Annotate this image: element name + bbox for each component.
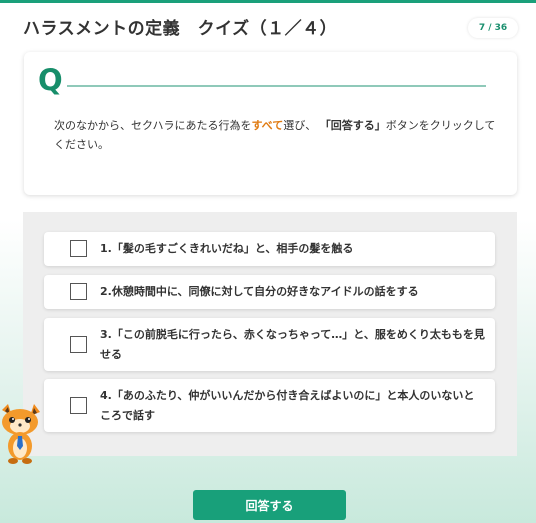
- question-text-button-ref: 「回答する」: [319, 119, 386, 132]
- checkbox-1[interactable]: [70, 240, 87, 257]
- question-marker: Q: [38, 63, 63, 97]
- question-text-part1: 次のなかから、セクハラにあたる行為を: [54, 119, 252, 132]
- question-text-part2: 選び、: [283, 119, 317, 132]
- question-divider: [67, 85, 486, 87]
- submit-button[interactable]: 回答する: [193, 490, 346, 520]
- choice-1[interactable]: 1.「髪の毛すごくきれいだね」と、相手の髪を触る: [44, 232, 495, 266]
- progress-badge: 7 / 36: [468, 18, 518, 38]
- checkbox-3[interactable]: [70, 336, 87, 353]
- checkbox-2[interactable]: [70, 283, 87, 300]
- question-text-emphasis: すべて: [251, 119, 284, 132]
- choice-label-1: 1.「髪の毛すごくきれいだね」と、相手の髪を触る: [100, 242, 354, 255]
- question-card: Q 次のなかから、セクハラにあたる行為をすべて選び、 「回答する」ボタンをクリッ…: [24, 52, 517, 195]
- top-accent-bar: [0, 0, 536, 3]
- page-title: ハラスメントの定義 クイズ（１／４）: [23, 19, 338, 39]
- choice-3[interactable]: 3.「この前脱毛に行ったら、赤くなっちゃって…」と、服をめくり太ももを見せる: [44, 318, 495, 371]
- choices-panel: 1.「髪の毛すごくきれいだね」と、相手の髪を触る 2.休憩時間中に、同僚に対して…: [23, 212, 517, 456]
- fox-mascot-icon: [2, 404, 40, 464]
- checkbox-4[interactable]: [70, 397, 87, 414]
- choice-4[interactable]: 4.「あのふたり、仲がいいんだから付き合えばよいのに」と本人のいないところで話す: [44, 379, 495, 432]
- choice-label-3: 3.「この前脱毛に行ったら、赤くなっちゃって…」と、服をめくり太ももを見せる: [100, 328, 485, 361]
- choice-label-4: 4.「あのふたり、仲がいいんだから付き合えばよいのに」と本人のいないところで話す: [100, 389, 475, 422]
- choice-label-2: 2.休憩時間中に、同僚に対して自分の好きなアイドルの話をする: [100, 285, 419, 298]
- choice-2[interactable]: 2.休憩時間中に、同僚に対して自分の好きなアイドルの話をする: [44, 275, 495, 309]
- question-text: 次のなかから、セクハラにあたる行為をすべて選び、 「回答する」ボタンをクリックし…: [54, 116, 506, 154]
